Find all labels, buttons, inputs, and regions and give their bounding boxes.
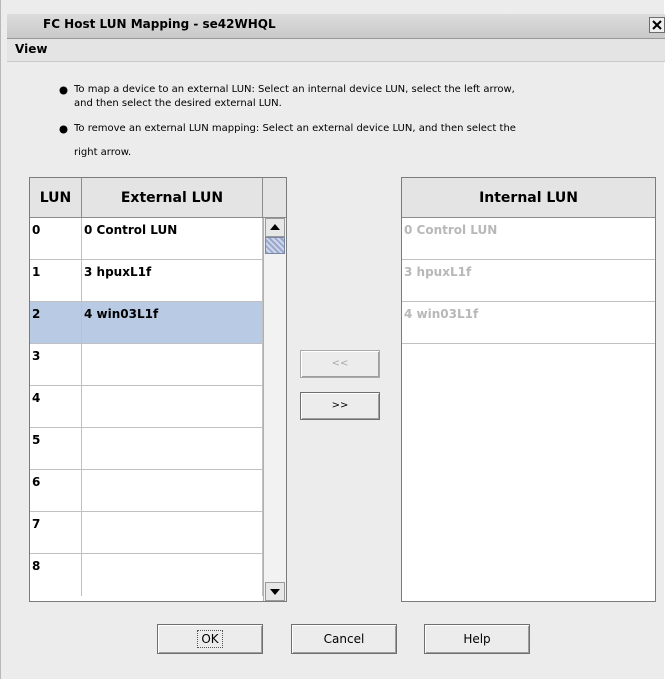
close-icon (652, 20, 662, 30)
external-lun-cell (82, 344, 263, 386)
unmap-right-arrow-button[interactable]: >> (300, 392, 380, 420)
instruction-line-2: and then select the desired external LUN… (74, 98, 282, 109)
table-row[interactable]: 5 (30, 428, 263, 470)
menu-view[interactable]: View (15, 42, 47, 56)
title-bar[interactable]: FC Host LUN Mapping - se42WHQL (7, 14, 665, 39)
help-button[interactable]: Help (424, 624, 530, 654)
ok-button[interactable]: OK (157, 624, 263, 654)
bullet-icon (59, 125, 68, 134)
external-lun-cell: 0 Control LUN (82, 218, 263, 260)
internal-lun-row[interactable]: 0 Control LUN (402, 218, 655, 260)
external-lun-cell (82, 428, 263, 470)
cancel-button[interactable]: Cancel (291, 624, 397, 654)
instruction-line-3: To remove an external LUN mapping: Selec… (74, 123, 516, 134)
lun-cell: 1 (30, 260, 82, 302)
scroll-up-button[interactable] (265, 218, 285, 237)
table-row[interactable]: 4 (30, 386, 263, 428)
menu-bar: View (7, 39, 665, 62)
external-lun-cell (82, 386, 263, 428)
lun-cell: 3 (30, 344, 82, 386)
lun-cell: 0 (30, 218, 82, 260)
table-row-selected[interactable]: 2 4 win03L1f (30, 302, 263, 344)
column-header-lun[interactable]: LUN (30, 178, 82, 218)
close-button[interactable] (649, 17, 665, 33)
table-row[interactable]: 8 (30, 554, 263, 596)
map-left-arrow-button[interactable]: << (300, 350, 380, 378)
vertical-scrollbar[interactable] (263, 218, 286, 601)
external-lun-cell (82, 512, 263, 554)
internal-lun-row[interactable]: 4 win03L1f (402, 302, 655, 344)
external-lun-cell: 3 hpuxL1f (82, 260, 263, 302)
arrow-up-icon (270, 224, 280, 230)
external-lun-cell: 4 win03L1f (82, 302, 263, 344)
dialog-window: FC Host LUN Mapping - se42WHQL View To m… (0, 0, 665, 679)
external-lun-cell (82, 554, 263, 596)
external-lun-cell (82, 470, 263, 512)
external-lun-table: LUN External LUN 0 0 Control LUN 1 3 hpu… (29, 177, 287, 602)
table-row[interactable]: 1 3 hpuxL1f (30, 260, 263, 302)
instruction-line-1: To map a device to an external LUN: Sele… (74, 84, 515, 95)
table-row[interactable]: 3 (30, 344, 263, 386)
scroll-down-button[interactable] (265, 582, 285, 601)
lun-cell: 8 (30, 554, 82, 596)
lun-cell: 2 (30, 302, 82, 344)
bullet-icon (59, 86, 68, 95)
table-row[interactable]: 0 0 Control LUN (30, 218, 263, 260)
window-title: FC Host LUN Mapping - se42WHQL (43, 17, 276, 31)
instruction-line-4: right arrow. (74, 147, 132, 158)
lun-cell: 7 (30, 512, 82, 554)
internal-lun-row[interactable]: 3 hpuxL1f (402, 260, 655, 302)
column-header-corner (263, 178, 286, 218)
internal-lun-table: Internal LUN 0 Control LUN 3 hpuxL1f 4 w… (401, 177, 656, 602)
lun-cell: 5 (30, 428, 82, 470)
scroll-thumb[interactable] (265, 237, 285, 254)
lun-cell: 6 (30, 470, 82, 512)
column-header-internal-lun[interactable]: Internal LUN (402, 178, 655, 218)
table-row[interactable]: 7 (30, 512, 263, 554)
table-row[interactable]: 6 (30, 470, 263, 512)
lun-cell: 4 (30, 386, 82, 428)
column-header-external-lun[interactable]: External LUN (82, 178, 263, 218)
ok-button-label: OK (197, 630, 223, 648)
arrow-down-icon (270, 589, 280, 595)
